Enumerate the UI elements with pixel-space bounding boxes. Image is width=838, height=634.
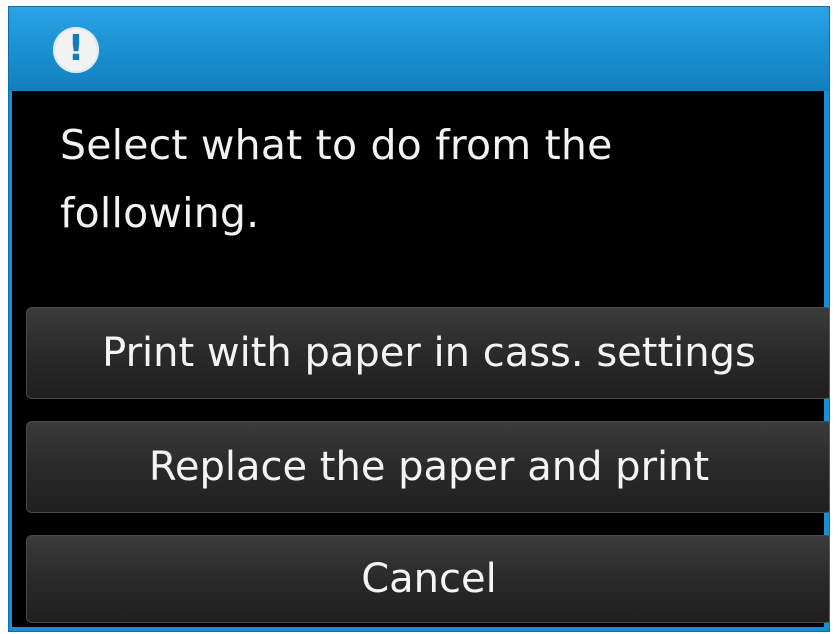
cancel-button[interactable]: Cancel (26, 535, 829, 623)
printer-dialog: ! Select what to do from the following. … (8, 6, 830, 632)
dialog-header: ! (9, 7, 829, 91)
option-label: Print with paper in cass. settings (102, 330, 756, 376)
print-with-cassette-settings-button[interactable]: Print with paper in cass. settings (26, 307, 829, 399)
dialog-body: Select what to do from the following. Pr… (12, 91, 829, 627)
option-label: Cancel (361, 556, 497, 602)
option-label: Replace the paper and print (148, 444, 710, 490)
replace-paper-and-print-button[interactable]: Replace the paper and print (26, 421, 829, 513)
exclamation-icon: ! (53, 27, 99, 73)
dialog-message: Select what to do from the following. (60, 121, 613, 237)
exclamation-glyph: ! (67, 28, 85, 69)
